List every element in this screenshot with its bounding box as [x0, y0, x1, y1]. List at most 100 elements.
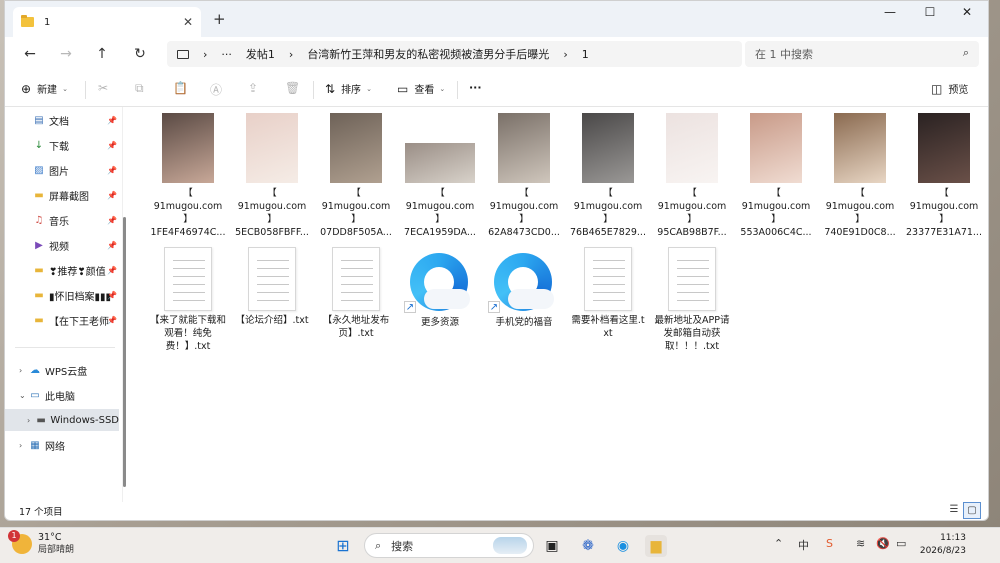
- sidebar-item-label: 图片: [49, 166, 69, 178]
- file-item[interactable]: 【 91mugou.com 】 76B465E7829...: [569, 113, 647, 239]
- paste-icon[interactable]: 📋: [173, 81, 194, 95]
- maximize-button[interactable]: ☐: [915, 5, 945, 19]
- file-explorer-icon[interactable]: ▆: [645, 535, 667, 557]
- file-name: 【 91mugou.com 】 1FE4F46974C...: [150, 188, 226, 238]
- sidebar-item-6[interactable]: ▬ ❣推荐❣颜值 📌: [5, 259, 119, 281]
- breadcrumb-item-2[interactable]: 1: [582, 48, 589, 61]
- task-view-icon[interactable]: ▣: [541, 535, 563, 557]
- file-item[interactable]: ↗ 更多资源: [401, 247, 479, 329]
- chevron-down-icon[interactable]: ⌄: [19, 391, 29, 400]
- minimize-button[interactable]: —: [875, 5, 905, 19]
- cut-icon[interactable]: ✂: [98, 81, 114, 95]
- taskbar-search[interactable]: ⌕ 搜索: [364, 533, 534, 558]
- large-icons-view-icon[interactable]: ▢: [963, 502, 981, 519]
- file-item[interactable]: 【 91mugou.com 】 23377E31A71...: [905, 113, 983, 239]
- sidebar-item-7[interactable]: ▬ ▮怀旧档案▮▮▮ 📌: [5, 284, 119, 306]
- sidebar-tree-item-1[interactable]: ⌄ ▭ 此电脑: [5, 384, 119, 406]
- search-input[interactable]: 在 1 中搜索 ⌕: [745, 41, 979, 67]
- chevron-right-icon[interactable]: ›: [27, 416, 36, 425]
- pin-icon[interactable]: 📌: [107, 216, 117, 225]
- file-item[interactable]: 【永久地址发布页】.txt: [317, 247, 395, 340]
- file-item[interactable]: 【 91mugou.com 】 740E91D0C8...: [821, 113, 899, 239]
- address-bar[interactable]: › ··· 发帖1 › 台湾新竹王萍和男友的私密视频被渣男分手后曝光 › 1: [167, 41, 742, 67]
- more-options-button[interactable]: ···: [469, 81, 482, 94]
- file-item[interactable]: 【 91mugou.com 】 5ECB058FBFF...: [233, 113, 311, 239]
- browser-shortcut-icon: ↗: [488, 253, 560, 313]
- back-arrow-icon[interactable]: ←: [19, 43, 41, 65]
- sidebar-item-0[interactable]: ▤ 文档 📌: [5, 109, 119, 131]
- view-button[interactable]: ▭ 查看 ⌄: [397, 81, 445, 97]
- refresh-icon[interactable]: ↻: [129, 43, 151, 65]
- pin-icon[interactable]: 📌: [107, 166, 117, 175]
- pin-icon[interactable]: 📌: [107, 291, 117, 300]
- sort-button[interactable]: ⇅ 排序 ⌄: [325, 81, 372, 97]
- up-arrow-icon[interactable]: ↑: [91, 43, 113, 65]
- breadcrumb-item-0[interactable]: 发帖1: [246, 46, 275, 62]
- battery-icon[interactable]: ▭: [896, 537, 906, 550]
- breadcrumb-more[interactable]: ···: [221, 48, 232, 61]
- speaker-muted-icon[interactable]: 🔇: [876, 537, 890, 550]
- file-item[interactable]: 【来了就能下载和观看！纯免费！】.txt: [149, 247, 227, 353]
- pin-icon[interactable]: 📌: [107, 191, 117, 200]
- forward-arrow-icon[interactable]: →: [55, 43, 77, 65]
- chevron-right-icon[interactable]: ›: [19, 441, 29, 450]
- navigation-pane: ▤ 文档 📌 ↓ 下载 📌 ▨ 图片 📌 ▬ 屏幕截图 📌 ♫ 音乐 📌 ▶ 视频 📌 ▬ ❣推荐❣颜值 📌 ▬ ▮怀旧档案…: [5, 107, 123, 502]
- sidebar-tree-item-3[interactable]: › ▦ 网络: [5, 434, 119, 456]
- chevron-right-icon[interactable]: ›: [19, 366, 29, 375]
- pin-icon[interactable]: 📌: [107, 241, 117, 250]
- close-tab-icon[interactable]: ✕: [183, 15, 193, 29]
- delete-icon[interactable]: 🗑: [285, 81, 306, 95]
- weather-widget[interactable]: 1 31°C 局部晴朗: [8, 530, 74, 556]
- preview-button[interactable]: ◫ 预览: [931, 81, 968, 97]
- file-item[interactable]: ↗ 手机党的福音: [485, 247, 563, 329]
- text-line: [677, 284, 709, 285]
- file-item[interactable]: 【论坛介绍】.txt: [233, 247, 311, 327]
- sidebar-item-2[interactable]: ▨ 图片 📌: [5, 159, 119, 181]
- details-view-icon[interactable]: ☰: [945, 502, 963, 519]
- file-item[interactable]: 【 91mugou.com 】 95CAB98B7F...: [653, 113, 731, 239]
- wps-icon[interactable]: S: [826, 537, 833, 550]
- ime-icon[interactable]: 中: [798, 537, 809, 553]
- file-item[interactable]: 最新地址及APP请发邮箱自动获取！！！.txt: [653, 247, 731, 353]
- close-window-button[interactable]: ✕: [952, 5, 982, 19]
- breadcrumb-item-1[interactable]: 台湾新竹王萍和男友的私密视频被渣男分手后曝光: [307, 46, 549, 62]
- file-item[interactable]: 【 91mugou.com 】 07DD8F505A...: [317, 113, 395, 239]
- text-file-icon: [332, 247, 380, 311]
- pin-icon[interactable]: 📌: [107, 316, 117, 325]
- wifi-icon[interactable]: ≋: [856, 537, 865, 550]
- new-tab-button[interactable]: +: [213, 10, 226, 28]
- cloud-shape: [508, 289, 554, 309]
- folder-icon: ▬: [34, 314, 44, 326]
- file-item[interactable]: 【 91mugou.com 】 553A006C4C...: [737, 113, 815, 239]
- new-button[interactable]: ⊕ 新建 ⌄: [21, 81, 68, 97]
- text-line: [341, 292, 373, 293]
- pin-icon[interactable]: 📌: [107, 141, 117, 150]
- rename-icon[interactable]: Ⓐ: [210, 81, 228, 98]
- pin-icon[interactable]: 📌: [107, 116, 117, 125]
- file-item[interactable]: 【 91mugou.com 】 1FE4F46974C...: [149, 113, 227, 239]
- pin-icon[interactable]: 📌: [107, 266, 117, 275]
- tab-1[interactable]: 1 ✕: [13, 7, 201, 37]
- file-item[interactable]: 【 91mugou.com 】 7ECA1959DA...: [401, 113, 479, 239]
- sidebar-tree-item-0[interactable]: › ☁ WPS云盘: [5, 359, 119, 381]
- title-bar: 1 ✕ + — ☐ ✕: [5, 1, 988, 37]
- sidebar-item-3[interactable]: ▬ 屏幕截图 📌: [5, 184, 119, 206]
- sidebar-scrollbar[interactable]: [123, 113, 127, 487]
- scrollbar-thumb[interactable]: [123, 217, 126, 487]
- clock[interactable]: 11:13 2026/8/23: [920, 532, 966, 558]
- sidebar-item-1[interactable]: ↓ 下载 📌: [5, 134, 119, 156]
- file-item[interactable]: 需要补档看这里.txt: [569, 247, 647, 340]
- chevron-up-icon[interactable]: ⌃: [774, 537, 783, 550]
- sidebar-item-5[interactable]: ▶ 视频 📌: [5, 234, 119, 256]
- copy-icon[interactable]: ⧉: [135, 81, 150, 96]
- monitor-icon: [177, 49, 189, 59]
- file-item[interactable]: 【 91mugou.com 】 62A8473CD0...: [485, 113, 563, 239]
- copilot-icon[interactable]: ❁: [577, 535, 599, 557]
- text-line: [341, 276, 373, 277]
- share-icon[interactable]: ⇪: [248, 81, 264, 95]
- sidebar-tree-item-2[interactable]: › ▬ Windows-SSD: [5, 409, 119, 431]
- sidebar-item-8[interactable]: ▬ 【在下王老师 📌: [5, 309, 119, 331]
- browser-icon[interactable]: ◉: [612, 535, 634, 557]
- start-icon[interactable]: ⊞: [332, 535, 354, 557]
- sidebar-item-4[interactable]: ♫ 音乐 📌: [5, 209, 119, 231]
